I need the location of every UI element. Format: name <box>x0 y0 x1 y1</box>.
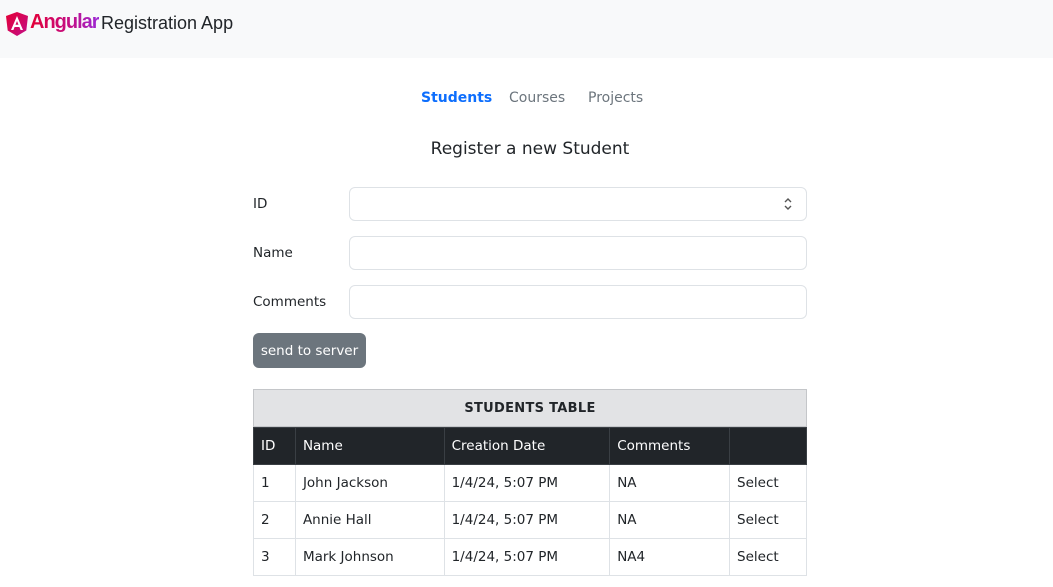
form-title: Register a new Student <box>430 139 630 159</box>
cell-comments: NA <box>609 501 731 539</box>
header-creation-date: Creation Date <box>443 427 611 465</box>
header-action <box>729 427 807 465</box>
cell-name: Annie Hall <box>294 501 445 539</box>
id-field[interactable] <box>349 187 807 221</box>
students-table: STUDENTS TABLE ID Name Creation Date Com… <box>253 389 807 576</box>
cell-comments: NA4 <box>609 538 731 576</box>
select-link[interactable]: Select <box>729 501 807 539</box>
comments-label: Comments <box>253 294 327 310</box>
header-comments: Comments <box>609 427 731 465</box>
comments-field[interactable] <box>349 285 807 319</box>
cell-id: 1 <box>253 464 296 502</box>
cell-comments: NA <box>609 464 731 502</box>
header-id: ID <box>253 427 296 465</box>
name-field[interactable] <box>349 236 807 270</box>
table-header-row: ID Name Creation Date Comments <box>253 427 807 465</box>
tab-students[interactable]: Students <box>421 90 492 106</box>
header-name: Name <box>294 427 445 465</box>
cell-id: 3 <box>253 538 296 576</box>
name-label: Name <box>253 245 293 261</box>
table-row: 3 Mark Johnson 1/4/24, 5:07 PM NA4 Selec… <box>253 538 807 576</box>
table-row: 1 John Jackson 1/4/24, 5:07 PM NA Select <box>253 464 807 502</box>
tab-projects[interactable]: Projects <box>588 90 643 106</box>
number-spinner-icon[interactable] <box>782 196 794 212</box>
cell-date: 1/4/24, 5:07 PM <box>443 501 611 539</box>
brand-name[interactable]: Angular <box>30 11 100 34</box>
app-title: Registration App <box>101 13 234 33</box>
cell-name: John Jackson <box>294 464 445 502</box>
cell-id: 2 <box>253 501 296 539</box>
cell-date: 1/4/24, 5:07 PM <box>443 464 611 502</box>
nav-tabs: Students Courses Projects <box>0 90 1053 110</box>
select-link[interactable]: Select <box>729 464 807 502</box>
cell-name: Mark Johnson <box>294 538 445 576</box>
select-link[interactable]: Select <box>729 538 807 576</box>
cell-date: 1/4/24, 5:07 PM <box>443 538 611 576</box>
id-label: ID <box>253 196 268 212</box>
angular-logo-icon <box>6 12 28 36</box>
table-caption: STUDENTS TABLE <box>253 389 807 427</box>
table-row: 2 Annie Hall 1/4/24, 5:07 PM NA Select <box>253 501 807 539</box>
navbar: Angular Registration App <box>0 0 1053 58</box>
send-to-server-button[interactable]: send to server <box>253 333 366 368</box>
tab-courses[interactable]: Courses <box>509 90 565 106</box>
